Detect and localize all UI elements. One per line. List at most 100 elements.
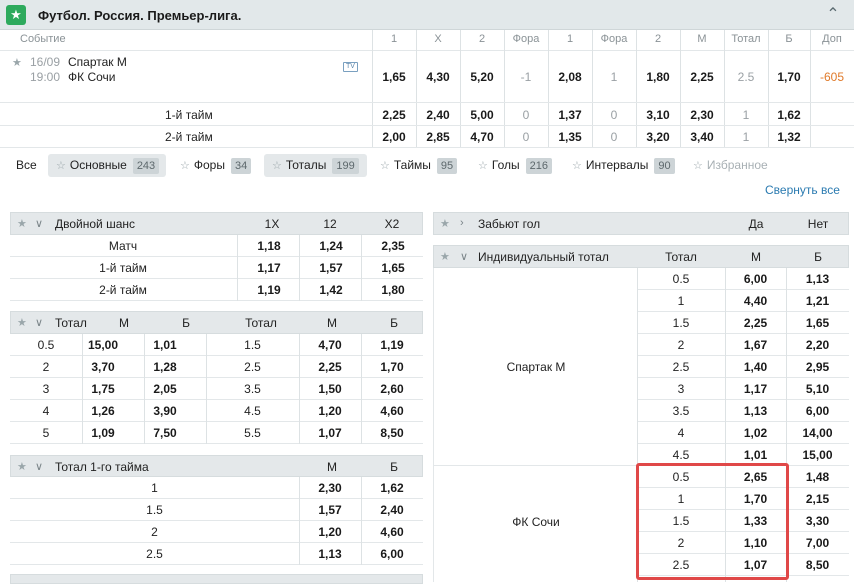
event-favorite-star-icon[interactable]: ★ — [12, 56, 22, 69]
filter-halves[interactable]: ☆ Таймы 95 — [372, 154, 463, 177]
individual-total-header[interactable]: ★ ∨ Индивидуальный тотал Тотал М Б — [433, 245, 849, 268]
extra-markets-count[interactable]: -605 — [810, 70, 854, 84]
fh-odd[interactable]: 2,30 — [299, 481, 361, 495]
it-odd-under[interactable]: 1,67 — [725, 338, 786, 352]
filter-main[interactable]: ☆ Основные 243 — [48, 154, 166, 177]
it-odd-over[interactable]: 1,65 — [786, 316, 849, 330]
odd-h1[interactable]: 2,08 — [548, 70, 592, 84]
dc-odd[interactable]: 2,35 — [362, 239, 424, 253]
it-odd-under[interactable]: 1,02 — [725, 426, 786, 440]
totals-header[interactable]: ★ ∨ Тотал М Б Тотал М Б — [10, 311, 423, 334]
it-odd-under[interactable]: 2,65 — [725, 470, 786, 484]
it-odd-under[interactable]: 1,40 — [725, 360, 786, 374]
totals-odd[interactable]: 1,19 — [361, 338, 423, 352]
it-odd-under[interactable]: 1,17 — [725, 382, 786, 396]
star-icon[interactable]: ★ — [440, 250, 450, 263]
it-odd-under[interactable]: 2,25 — [725, 316, 786, 330]
half2-odd-under[interactable]: 3,40 — [680, 130, 724, 144]
dc-odd[interactable]: 1,57 — [300, 261, 362, 275]
odd-1[interactable]: 1,65 — [372, 70, 416, 84]
odd-over[interactable]: 1,70 — [768, 70, 810, 84]
it-odd-under[interactable]: 1,13 — [725, 404, 786, 418]
half1-odd-x[interactable]: 2,40 — [416, 108, 460, 122]
fh-odd[interactable]: 1,57 — [299, 503, 361, 517]
it-odd-over[interactable]: 15,00 — [786, 448, 849, 462]
odd-under[interactable]: 2,25 — [680, 70, 724, 84]
dc-odd[interactable]: 1,24 — [300, 239, 362, 253]
totals-odd[interactable]: 2,60 — [361, 382, 423, 396]
half1-odd-1[interactable]: 2,25 — [372, 108, 416, 122]
it-odd-under[interactable]: 1,70 — [725, 492, 786, 506]
it-odd-over[interactable]: 1,13 — [786, 272, 849, 286]
half2-odd-1[interactable]: 2,00 — [372, 130, 416, 144]
collapse-icon[interactable]: ⌃ — [822, 4, 844, 26]
it-odd-over[interactable]: 1,48 — [786, 470, 849, 484]
half1-odd-2[interactable]: 5,00 — [460, 108, 504, 122]
it-odd-under[interactable]: 1,10 — [725, 536, 786, 550]
it-odd-over[interactable]: 5,10 — [786, 382, 849, 396]
filter-intervals[interactable]: ☆ Интервалы 90 — [564, 154, 681, 177]
it-odd-over[interactable]: 8,50 — [786, 558, 849, 572]
half2-odd-2[interactable]: 4,70 — [460, 130, 504, 144]
it-odd-over[interactable]: 1,21 — [786, 294, 849, 308]
dc-odd[interactable]: 1,19 — [238, 283, 300, 297]
totals-odd[interactable]: 4,60 — [361, 404, 423, 418]
half1-odd-over[interactable]: 1,62 — [768, 108, 810, 122]
it-odd-over[interactable]: 2,15 — [786, 492, 849, 506]
dc-odd[interactable]: 1,17 — [238, 261, 300, 275]
filter-handicaps[interactable]: ☆ Форы 34 — [172, 154, 257, 177]
half2-odd-h2[interactable]: 3,20 — [636, 130, 680, 144]
half1-odd-under[interactable]: 2,30 — [680, 108, 724, 122]
totals-odd[interactable]: 1,70 — [361, 360, 423, 374]
half1-odd-h2[interactable]: 3,10 — [636, 108, 680, 122]
star-icon[interactable]: ★ — [17, 217, 27, 230]
star-icon[interactable]: ★ — [17, 460, 27, 473]
odd-x[interactable]: 4,30 — [416, 70, 460, 84]
will-score-header[interactable]: ★ › Забьют гол Да Нет — [433, 212, 849, 235]
half2-odd-over[interactable]: 1,32 — [768, 130, 810, 144]
fh-odd[interactable]: 1,13 — [299, 547, 361, 561]
it-odd-over[interactable]: 14,00 — [786, 426, 849, 440]
dc-odd[interactable]: 1,42 — [300, 283, 362, 297]
it-odd-under[interactable]: 4,40 — [725, 294, 786, 308]
it-odd-under[interactable]: 6,00 — [725, 272, 786, 286]
team2-name[interactable]: ФК Сочи — [68, 70, 115, 84]
it-odd-under[interactable]: 1,01 — [725, 448, 786, 462]
star-icon[interactable]: ★ — [17, 316, 27, 329]
favorite-star-icon[interactable]: ★ — [6, 5, 26, 25]
it-odd-over[interactable]: 3,30 — [786, 514, 849, 528]
filter-all[interactable]: Все — [8, 154, 43, 177]
filter-totals[interactable]: ☆ Тоталы 199 — [264, 154, 367, 177]
totals-odd[interactable]: 1,07 — [299, 426, 361, 440]
fh-odd[interactable]: 1,20 — [299, 525, 361, 539]
next-market-header[interactable] — [10, 574, 423, 584]
half1-odd-h1[interactable]: 1,37 — [548, 108, 592, 122]
fh-odd[interactable]: 2,40 — [361, 503, 423, 517]
totals-odd[interactable]: 1,20 — [299, 404, 361, 418]
it-odd-over[interactable]: 2,95 — [786, 360, 849, 374]
totals-odd[interactable]: 8,50 — [361, 426, 423, 440]
team1-name[interactable]: Спартак М — [68, 55, 127, 69]
half2-odd-x[interactable]: 2,85 — [416, 130, 460, 144]
filter-favorites[interactable]: ☆ Избранное — [685, 154, 774, 177]
it-odd-over[interactable]: 7,00 — [786, 536, 849, 550]
odd-2[interactable]: 5,20 — [460, 70, 504, 84]
half2-odd-h1[interactable]: 1,35 — [548, 130, 592, 144]
totals-odd[interactable]: 4,70 — [299, 338, 361, 352]
dc-odd[interactable]: 1,18 — [238, 239, 300, 253]
it-odd-over[interactable]: 6,00 — [786, 404, 849, 418]
dc-odd[interactable]: 1,65 — [362, 261, 424, 275]
star-icon[interactable]: ★ — [440, 217, 450, 230]
it-odd-under[interactable]: 1,33 — [725, 514, 786, 528]
fh-odd[interactable]: 6,00 — [361, 547, 423, 561]
totals-odd[interactable]: 1,50 — [299, 382, 361, 396]
fh-odd[interactable]: 4,60 — [361, 525, 423, 539]
dc-odd[interactable]: 1,80 — [362, 283, 424, 297]
fh-odd[interactable]: 1,62 — [361, 481, 423, 495]
filter-goals[interactable]: ☆ Голы 216 — [470, 154, 558, 177]
totals-odd[interactable]: 2,25 — [299, 360, 361, 374]
odd-h2[interactable]: 1,80 — [636, 70, 680, 84]
it-odd-under[interactable]: 1,07 — [725, 558, 786, 572]
collapse-all-link[interactable]: Свернуть все — [765, 183, 840, 197]
first-half-total-header[interactable]: ★ ∨ Тотал 1-го тайма М Б — [10, 455, 423, 477]
